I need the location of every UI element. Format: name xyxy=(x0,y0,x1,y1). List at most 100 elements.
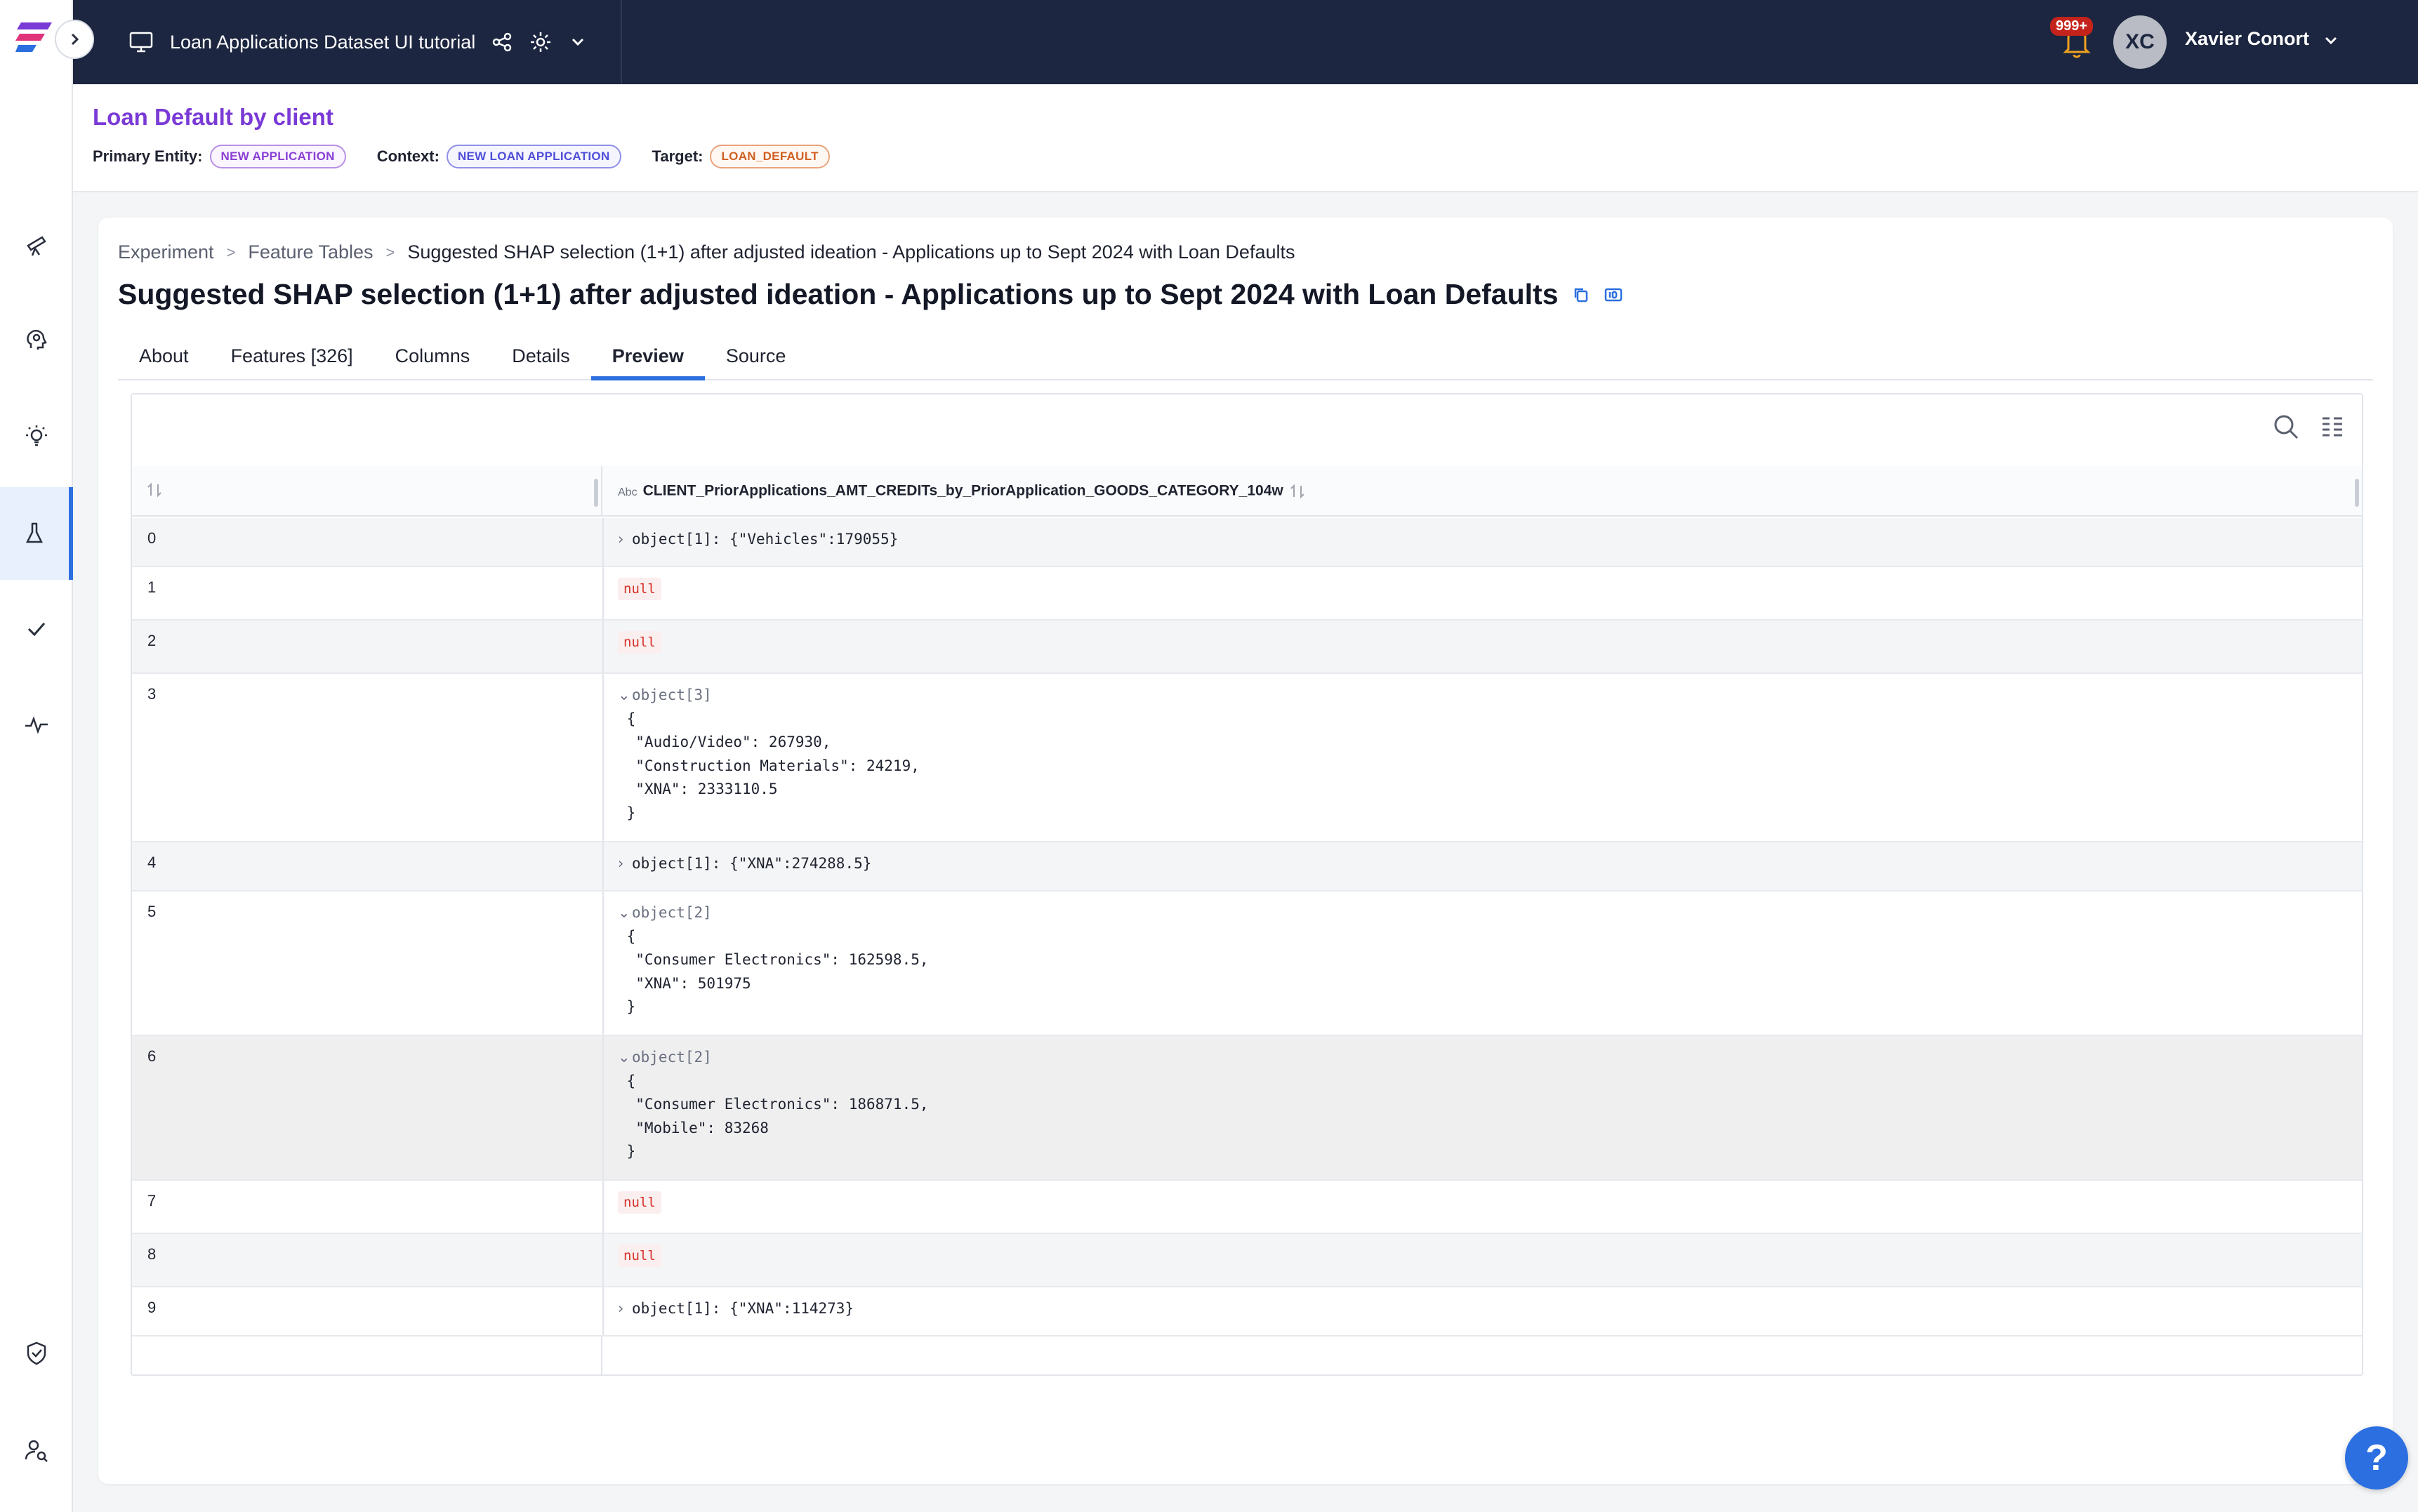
tab-about[interactable]: About xyxy=(118,333,210,380)
breadcrumb: Experiment > Feature Tables > Suggested … xyxy=(118,241,1295,263)
chevron-down-icon[interactable]: ⌄ xyxy=(618,684,632,708)
row-value[interactable]: null xyxy=(618,1244,661,1268)
object-value: { "Consumer Electronics": 162598.5, "XNA… xyxy=(626,927,929,1016)
sidebar-item-monitor[interactable] xyxy=(0,678,73,771)
object-label: object[1]: xyxy=(632,1300,721,1317)
table-row[interactable]: 3 ⌄ object[3] { "Audio/Video": 267930, "C… xyxy=(132,674,2362,842)
null-value: null xyxy=(618,631,661,654)
breadcrumb-feature-tables[interactable]: Feature Tables xyxy=(248,241,373,263)
object-value: {"XNA":274288.5} xyxy=(720,855,872,872)
tab-columns[interactable]: Columns xyxy=(374,333,491,380)
sort-icon[interactable] xyxy=(145,480,164,500)
column-divider xyxy=(602,1181,604,1233)
table-row[interactable]: 4 › object[1]: {"XNA":274288.5} xyxy=(132,842,2362,891)
column-resize-handle[interactable] xyxy=(2355,479,2359,507)
feature-column-header[interactable]: Abc CLIENT_PriorApplications_AMT_CREDITs_… xyxy=(602,466,2362,515)
row-value[interactable]: ⌄ object[2] { "Consumer Electronics": 186… xyxy=(618,1046,929,1164)
sidebar-item-explore[interactable] xyxy=(0,198,73,291)
column-header-label: CLIENT_PriorApplications_AMT_CREDITs_by_… xyxy=(642,482,1283,499)
column-resize-handle[interactable] xyxy=(594,479,598,507)
table-row[interactable]: 7 null xyxy=(132,1181,2362,1234)
lightbulb-icon xyxy=(26,425,47,446)
context-badge[interactable]: NEW LOAN APPLICATION xyxy=(446,145,621,168)
gear-icon[interactable] xyxy=(529,30,553,54)
row-index: 7 xyxy=(147,1192,157,1209)
share-icon[interactable] xyxy=(491,31,513,53)
avatar[interactable]: XC xyxy=(2113,15,2167,69)
page-title-row: Suggested SHAP selection (1+1) after adj… xyxy=(118,278,1623,311)
featurebyte-logo xyxy=(15,22,52,52)
target-badge[interactable]: LOAN_DEFAULT xyxy=(710,145,830,168)
user-menu-chevron-icon[interactable] xyxy=(2321,31,2341,51)
use-case-meta: Primary Entity: NEW APPLICATION Context:… xyxy=(93,145,861,168)
column-divider xyxy=(602,1234,604,1286)
object-value: {"Vehicles":179055} xyxy=(720,531,899,548)
table-row[interactable]: 8 null xyxy=(132,1234,2362,1287)
table-row[interactable]: 9 › object[1]: {"XNA":114273} xyxy=(132,1287,2362,1337)
row-value[interactable]: null xyxy=(618,630,661,654)
chevron-right-icon[interactable]: › xyxy=(618,1297,632,1321)
object-label: object[2] xyxy=(632,904,712,921)
flask-icon xyxy=(25,522,44,543)
page-title: Suggested SHAP selection (1+1) after adj… xyxy=(118,278,1559,310)
user-name[interactable]: Xavier Conort xyxy=(2185,28,2309,50)
catalog-title[interactable]: Loan Applications Dataset UI tutorial xyxy=(170,32,475,53)
tab-features[interactable]: Features [326] xyxy=(210,333,374,380)
shield-icon xyxy=(27,1341,46,1365)
tab-source[interactable]: Source xyxy=(705,333,807,380)
index-column-header[interactable] xyxy=(132,466,602,515)
chevron-right-icon[interactable]: › xyxy=(618,852,632,876)
sidebar-item-approve[interactable] xyxy=(0,583,73,675)
row-value[interactable]: › object[1]: {"XNA":274288.5} xyxy=(618,852,871,876)
primary-entity-badge[interactable]: NEW APPLICATION xyxy=(209,145,346,168)
id-card-icon[interactable] xyxy=(1604,285,1623,305)
object-label: object[1]: xyxy=(632,855,721,872)
row-index: 1 xyxy=(147,578,157,596)
breadcrumb-experiment[interactable]: Experiment xyxy=(118,241,214,263)
column-type-label: Abc xyxy=(618,486,637,498)
row-value[interactable]: null xyxy=(618,577,661,601)
object-value: { "Audio/Video": 267930, "Construction M… xyxy=(626,710,920,821)
context-label: Context: xyxy=(376,147,440,165)
search-icon[interactable] xyxy=(2271,411,2301,442)
use-case-title[interactable]: Loan Default by client xyxy=(93,104,333,131)
chevron-right-icon[interactable]: › xyxy=(618,528,632,552)
sidebar-item-experiment[interactable] xyxy=(0,487,73,580)
primary-entity-label: Primary Entity: xyxy=(93,147,203,165)
row-value[interactable]: null xyxy=(618,1191,661,1214)
sidebar-expand-button[interactable] xyxy=(55,20,94,59)
tabs: About Features [326] Columns Details Pre… xyxy=(118,333,2373,380)
row-index: 5 xyxy=(147,903,157,920)
chevron-down-icon[interactable]: ⌄ xyxy=(618,1046,632,1070)
object-label: object[2] xyxy=(632,1049,712,1066)
sidebar-item-user-search[interactable] xyxy=(0,1404,73,1497)
copy-icon[interactable] xyxy=(1571,285,1591,305)
sidebar-item-ideation[interactable] xyxy=(0,293,73,386)
chevron-down-icon[interactable] xyxy=(568,32,588,52)
row-value[interactable]: › object[1]: {"XNA":114273} xyxy=(618,1297,854,1321)
sidebar-item-insights[interactable] xyxy=(0,390,73,483)
row-value[interactable]: ⌄ object[2] { "Consumer Electronics": 162… xyxy=(618,901,929,1019)
brain-icon xyxy=(27,330,47,350)
columns-icon[interactable] xyxy=(2317,411,2348,442)
table-row[interactable]: 0 › object[1]: {"Vehicles":179055} xyxy=(132,518,2362,567)
use-case-header: Loan Default by client Primary Entity: N… xyxy=(73,84,2418,192)
preview-grid: Abc CLIENT_PriorApplications_AMT_CREDITs_… xyxy=(131,393,2363,1376)
chevron-down-icon[interactable]: ⌄ xyxy=(618,901,632,925)
tab-details[interactable]: Details xyxy=(491,333,591,380)
object-value: { "Consumer Electronics": 186871.5, "Mob… xyxy=(626,1072,929,1160)
row-value[interactable]: › object[1]: {"Vehicles":179055} xyxy=(618,528,898,552)
help-button[interactable]: ? xyxy=(2345,1426,2408,1490)
sort-icon[interactable] xyxy=(1288,482,1307,501)
row-index: 2 xyxy=(147,632,157,649)
tab-preview[interactable]: Preview xyxy=(590,333,705,380)
null-value: null xyxy=(618,578,661,600)
table-row[interactable]: 2 null xyxy=(132,621,2362,674)
table-row[interactable]: 6 ⌄ object[2] { "Consumer Electronics": 1… xyxy=(132,1036,2362,1181)
table-row[interactable]: 5 ⌄ object[2] { "Consumer Electronics": 1… xyxy=(132,891,2362,1036)
table-row[interactable]: 1 null xyxy=(132,567,2362,621)
row-index: 0 xyxy=(147,529,157,547)
sidebar-item-security[interactable] xyxy=(0,1307,73,1400)
row-value[interactable]: ⌄ object[3] { "Audio/Video": 267930, "Con… xyxy=(618,684,920,825)
telescope-icon xyxy=(27,236,46,256)
